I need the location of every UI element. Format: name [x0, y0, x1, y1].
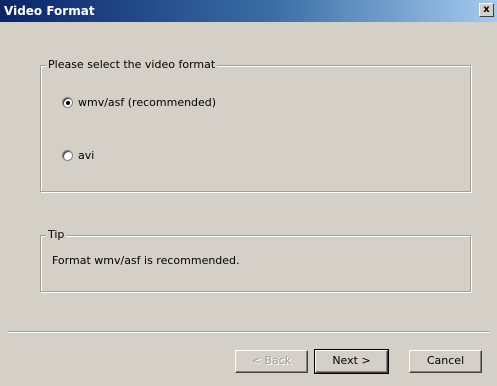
- next-button[interactable]: Next >: [314, 349, 389, 374]
- back-button[interactable]: < Back: [235, 350, 308, 373]
- tip-text: Format wmv/asf is recommended.: [52, 254, 240, 267]
- radio-wmv-asf-indicator[interactable]: [62, 97, 73, 108]
- radio-avi[interactable]: avi: [62, 149, 94, 162]
- tip-group-label: Tip: [46, 228, 67, 241]
- close-icon: x: [483, 4, 490, 15]
- close-button[interactable]: x: [479, 3, 494, 17]
- tip-groupbox: Tip Format wmv/asf is recommended.: [40, 228, 471, 292]
- radio-avi-indicator[interactable]: [62, 150, 73, 161]
- radio-wmv-asf-label: wmv/asf (recommended): [78, 96, 217, 109]
- dialog-title: Video Format: [4, 4, 95, 18]
- radio-avi-label: avi: [78, 149, 95, 162]
- radio-wmv-asf[interactable]: wmv/asf (recommended): [62, 96, 216, 109]
- cancel-button[interactable]: Cancel: [409, 350, 482, 373]
- format-group-label: Please select the video format: [46, 58, 218, 71]
- button-separator: [8, 331, 489, 333]
- title-bar[interactable]: Video Format x: [0, 0, 497, 22]
- format-groupbox: Please select the video format wmv/asf (…: [40, 58, 471, 192]
- video-format-dialog: Video Format x Please select the video f…: [0, 0, 497, 386]
